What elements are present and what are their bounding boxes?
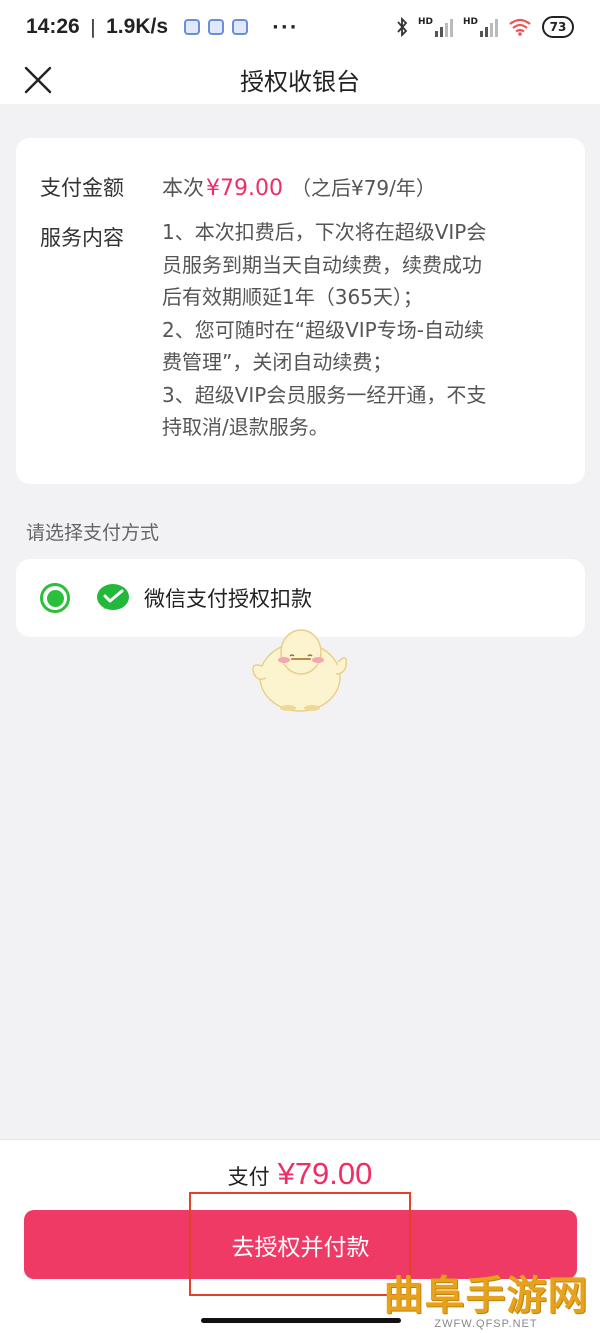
app-notification-icon: [208, 19, 224, 35]
close-icon: [24, 66, 52, 94]
app-notification-icon: [232, 19, 248, 35]
status-divider: |: [89, 16, 97, 38]
amount-note: （之后¥79/年）: [290, 176, 436, 200]
service-line: 员服务到期当天自动续费，续费成功: [162, 252, 482, 277]
service-row: 服务内容 1、本次扣费后，下次将在超级VIP会 员服务到期当天自动续费，续费成功…: [40, 220, 562, 444]
service-line: 2、您可随时在“超级VIP专场-自动续: [162, 317, 484, 342]
signal-1-label: HD: [417, 17, 433, 27]
notification-icons: [184, 19, 248, 35]
total-row: 支付 ¥79.00: [0, 1156, 600, 1192]
signal-2-icon: HD: [463, 17, 498, 37]
home-indicator[interactable]: [201, 1318, 401, 1323]
battery-level: 73: [549, 20, 567, 34]
service-label: 服务内容: [40, 226, 124, 250]
radio-dot: [46, 589, 64, 607]
service-line: 费管理”，关闭自动续费；: [162, 350, 393, 374]
amount-prefix: 本次: [162, 176, 204, 200]
payment-radio-selected[interactable]: [40, 583, 70, 613]
service-line: 后有效期顺延1年（365天）；: [162, 285, 423, 309]
site-watermark: 曲阜手游网 ZWFW.QFSP.NET: [380, 1274, 592, 1333]
more-notifications-icon: ···: [272, 16, 299, 38]
mascot-illustration: [252, 629, 348, 712]
page-title: 授权收银台: [240, 67, 360, 96]
amount-row: 支付金额 本次 ¥79.00 （之后¥79/年）: [40, 172, 436, 202]
payment-method-heading: 请选择支付方式: [26, 522, 160, 544]
total-label: 支付: [227, 1165, 270, 1189]
nav-bar: 授权收银台: [0, 54, 600, 104]
authorize-and-pay-button[interactable]: 去授权并付款: [24, 1210, 577, 1279]
wechat-pay-icon: [97, 584, 129, 610]
watermark-title: 曲阜手游网: [383, 1272, 589, 1319]
service-line: 3、超级VIP会员服务一经开通，不支: [162, 382, 487, 407]
signal-2-label: HD: [462, 17, 478, 27]
wifi-icon: [509, 18, 531, 36]
payment-info-card: 支付金额 本次 ¥79.00 （之后¥79/年） 服务内容 1、本次扣费后，下次…: [16, 138, 585, 484]
amount-value: ¥79.00: [206, 176, 283, 201]
total-amount: ¥79.00: [277, 1156, 373, 1191]
app-notification-icon: [184, 19, 200, 35]
pay-button-label: 去授权并付款: [231, 1234, 370, 1261]
bluetooth-icon: [397, 17, 408, 37]
amount-label: 支付金额: [40, 176, 124, 200]
status-right: HD HD 73: [396, 16, 574, 38]
status-bar: 14:26 | 1.9K/s ··· HD HD 73: [0, 0, 600, 54]
watermark-url: ZWFW.QFSP.NET: [434, 1318, 538, 1330]
battery-indicator: 73: [542, 16, 574, 38]
signal-1-icon: HD: [418, 17, 453, 37]
status-left: 14:26 | 1.9K/s ···: [26, 15, 299, 39]
service-line: 1、本次扣费后，下次将在超级VIP会: [162, 220, 487, 244]
service-description: 1、本次扣费后，下次将在超级VIP会 员服务到期当天自动续费，续费成功 后有效期…: [162, 216, 562, 444]
network-speed: 1.9K/s: [106, 15, 168, 38]
service-line: 持取消/退款服务。: [162, 415, 329, 439]
close-button[interactable]: [20, 62, 56, 98]
payment-method-label: 微信支付授权扣款: [144, 587, 312, 611]
status-time: 14:26: [26, 15, 80, 38]
